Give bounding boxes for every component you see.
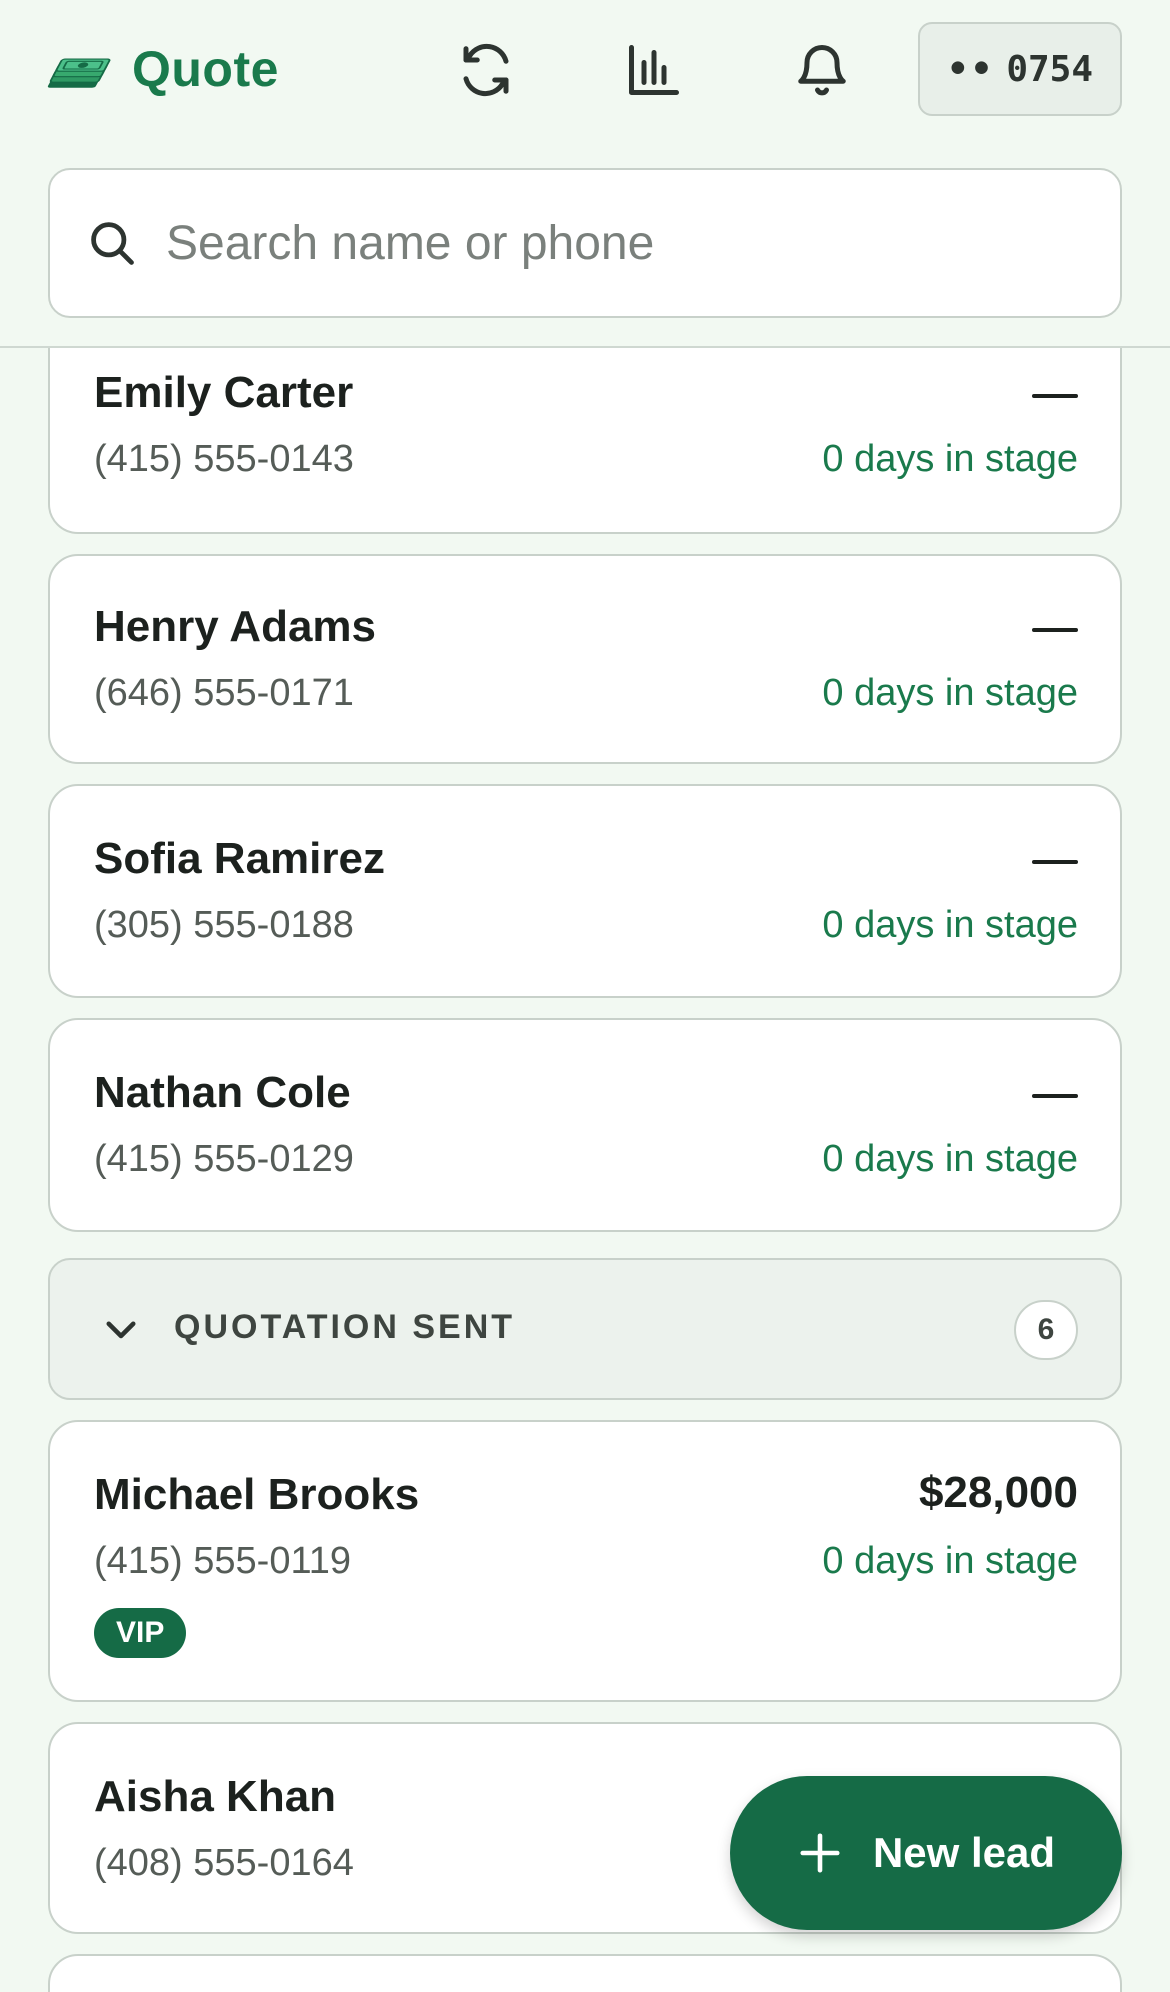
lead-name: Michael Brooks [94, 1470, 420, 1519]
lead-value-empty [1032, 394, 1078, 398]
lead-phone: (408) 555-0164 [94, 1842, 354, 1884]
masked-dots: •• [946, 48, 995, 90]
bell-icon [798, 45, 846, 96]
app-screen: Emily Carter (415) 555-0143 0 days in st… [0, 0, 1170, 1992]
days-in-stage: 0 days in stage [822, 1540, 1078, 1582]
lead-card[interactable]: Henry Adams (646) 555-0171 0 days in sta… [48, 554, 1122, 764]
analytics-button[interactable] [612, 28, 696, 112]
brand-name: Quote [132, 41, 279, 97]
money-stack-icon [47, 58, 111, 88]
chevron-down-icon [106, 1321, 136, 1339]
search-icon [91, 222, 134, 265]
brand[interactable]: Quote [46, 32, 279, 106]
app-header: Quote •• 0754 Search name or phone [0, 0, 1170, 348]
lead-name: Emily Carter [94, 368, 354, 417]
stage-group-quotation-sent[interactable]: QUOTATION SENT 6 [48, 1258, 1122, 1400]
lead-value-empty [1032, 860, 1078, 864]
lead-card[interactable]: Nathan Cole (415) 555-0129 0 days in sta… [48, 1018, 1122, 1232]
stage-group-title: QUOTATION SENT [174, 1308, 516, 1346]
lead-value-empty [1032, 1094, 1078, 1098]
lead-phone: (305) 555-0188 [94, 904, 354, 946]
lead-card[interactable]: Michael Brooks $28,000 (415) 555-0119 0 … [48, 1420, 1122, 1702]
refresh-icon [463, 43, 509, 97]
search-input[interactable] [166, 215, 1066, 271]
bar-chart-icon [629, 45, 679, 95]
account-last-digits: 0754 [1006, 48, 1094, 90]
notifications-button[interactable] [780, 28, 864, 112]
lead-phone: (646) 555-0171 [94, 672, 354, 714]
days-in-stage: 0 days in stage [822, 438, 1078, 480]
account-chip[interactable]: •• 0754 [918, 22, 1122, 116]
lead-name: Sofia Ramirez [94, 834, 385, 883]
lead-name: Henry Adams [94, 602, 377, 651]
search-bar[interactable] [48, 168, 1122, 318]
lead-card[interactable]: Sofia Ramirez (305) 555-0188 0 days in s… [48, 784, 1122, 998]
lead-card[interactable] [48, 1954, 1122, 1992]
lead-name: Aisha Khan [94, 1772, 337, 1821]
plus-icon [800, 1833, 840, 1873]
days-in-stage: 0 days in stage [822, 1138, 1078, 1180]
lead-value-empty [1032, 628, 1078, 632]
lead-phone: (415) 555-0119 [94, 1540, 352, 1582]
new-lead-button[interactable]: New lead [730, 1776, 1122, 1930]
lead-phone: (415) 555-0143 [94, 438, 354, 480]
vip-badge: VIP [94, 1608, 187, 1658]
new-lead-label: New lead [872, 1829, 1056, 1876]
lead-value: $28,000 [918, 1468, 1078, 1517]
lead-name: Nathan Cole [94, 1068, 351, 1117]
stage-count-badge: 6 [1014, 1300, 1078, 1360]
days-in-stage: 0 days in stage [822, 904, 1078, 946]
days-in-stage: 0 days in stage [822, 672, 1078, 714]
refresh-button[interactable] [444, 28, 528, 112]
lead-phone: (415) 555-0129 [94, 1138, 354, 1180]
